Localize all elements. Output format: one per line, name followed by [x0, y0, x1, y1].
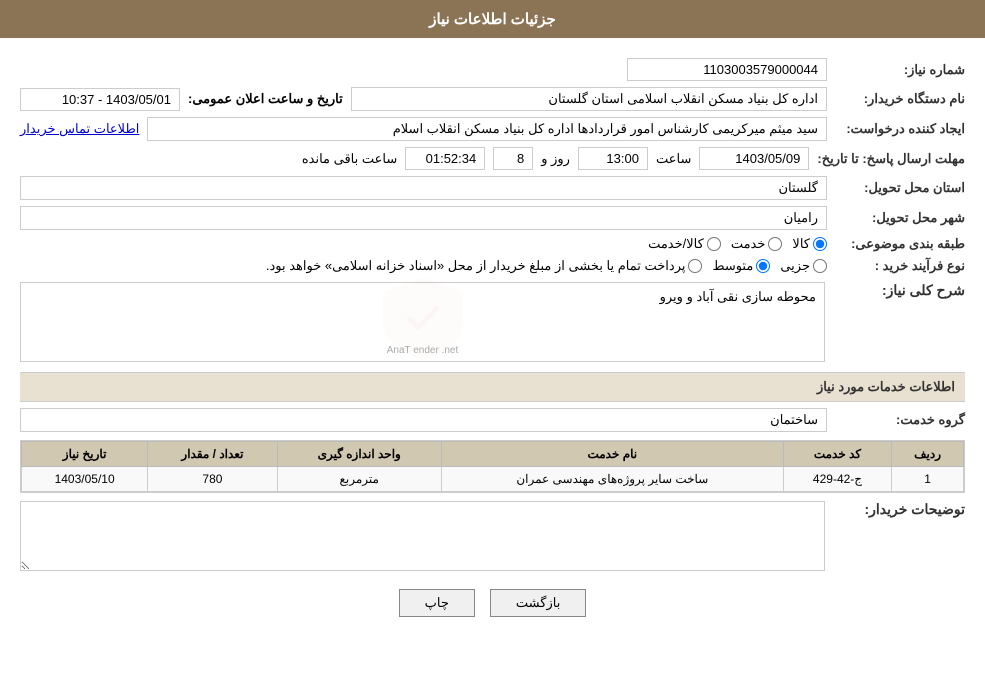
- creator-label: ایجاد کننده درخواست:: [835, 121, 965, 137]
- header-title: جزئیات اطلاعات نیاز: [429, 11, 556, 28]
- buyer-notes-textarea[interactable]: [20, 501, 825, 571]
- creator-contact-link[interactable]: اطلاعات تماس خریدار: [20, 121, 139, 137]
- category-label-kala-khadamat: کالا/خدمت: [648, 236, 704, 252]
- category-label-kala: کالا: [792, 236, 810, 252]
- category-radio-kala[interactable]: [813, 237, 827, 251]
- service-group-value: ساختمان: [20, 408, 827, 432]
- reply-date-value: 1403/05/09: [699, 147, 809, 170]
- service-table-container: ردیف کد خدمت نام خدمت واحد اندازه گیری ت…: [20, 440, 965, 493]
- category-option-kala-khadamat: کالا/خدمت: [648, 236, 721, 252]
- category-option-khadamat: خدمت: [731, 236, 783, 252]
- purchase-label-esnad: پرداخت تمام یا بخشی از مبلغ خریدار از مح…: [266, 258, 686, 274]
- purchase-option-esnad: پرداخت تمام یا بخشی از مبلغ خریدار از مح…: [266, 258, 703, 274]
- province-row: استان محل تحویل: گلستان: [20, 176, 965, 200]
- buyer-notes-section: توضیحات خریدار:: [20, 501, 965, 574]
- purchase-type-label: نوع فرآیند خرید :: [835, 258, 965, 274]
- purchase-type-radio-group: جزیی متوسط پرداخت تمام یا بخشی از مبلغ خ…: [266, 258, 827, 274]
- needs-number-label: شماره نیاز:: [835, 62, 965, 78]
- cell-date: 1403/05/10: [22, 467, 148, 492]
- city-value: رامیان: [20, 206, 827, 230]
- service-group-row: گروه خدمت: ساختمان: [20, 408, 965, 432]
- announce-label: تاریخ و ساعت اعلان عمومی:: [188, 91, 343, 107]
- purchase-option-mottavaset: متوسط: [712, 258, 770, 274]
- page-wrapper: جزئیات اطلاعات نیاز شماره نیاز: 11030035…: [0, 0, 985, 691]
- category-radio-khadamat[interactable]: [768, 237, 782, 251]
- back-button[interactable]: بازگشت: [490, 589, 586, 617]
- button-row: بازگشت چاپ: [20, 589, 965, 617]
- reply-day-label: روز و: [541, 151, 570, 167]
- category-radio-kala-khadamat[interactable]: [707, 237, 721, 251]
- col-header-unit: واحد اندازه گیری: [277, 442, 441, 467]
- col-header-row: ردیف: [892, 442, 964, 467]
- service-table: ردیف کد خدمت نام خدمت واحد اندازه گیری ت…: [21, 441, 964, 492]
- creator-row: ایجاد کننده درخواست: سید میثم میرکریمی ک…: [20, 117, 965, 141]
- buyer-notes-box-wrapper: [20, 501, 825, 574]
- purchase-radio-mottavaset[interactable]: [756, 259, 770, 273]
- reply-time-label: ساعت: [656, 151, 691, 167]
- category-row: طبقه بندی موضوعی: کالا خدمت کالا/خدمت: [20, 236, 965, 252]
- department-announce-row: نام دستگاه خریدار: اداره کل بنیاد مسکن ا…: [20, 87, 965, 111]
- col-header-name: نام خدمت: [441, 442, 783, 467]
- category-label: طبقه بندی موضوعی:: [835, 236, 965, 252]
- category-radio-group: کالا خدمت کالا/خدمت: [648, 236, 827, 252]
- table-header-row: ردیف کد خدمت نام خدمت واحد اندازه گیری ت…: [22, 442, 964, 467]
- needs-number-row: شماره نیاز: 1103003579000044: [20, 58, 965, 81]
- cell-row: 1: [892, 467, 964, 492]
- reply-deadline-row: مهلت ارسال پاسخ: تا تاریخ: 1403/05/09 سا…: [20, 147, 965, 170]
- service-info-section-title: اطلاعات خدمات مورد نیاز: [20, 372, 965, 402]
- description-section: شرح کلی نیاز: AnaT ender .net محوطه سازی…: [20, 282, 965, 362]
- city-label: شهر محل تحویل:: [835, 210, 965, 226]
- col-header-code: کد خدمت: [783, 442, 891, 467]
- purchase-type-row: نوع فرآیند خرید : جزیی متوسط پرداخت تمام…: [20, 258, 965, 274]
- category-label-khadamat: خدمت: [731, 236, 766, 252]
- reply-time-value: 13:00: [578, 147, 648, 170]
- reply-days-value: 8: [493, 147, 533, 170]
- purchase-radio-jozei[interactable]: [813, 259, 827, 273]
- col-header-date: تاریخ نیاز: [22, 442, 148, 467]
- description-box: AnaT ender .net محوطه سازی نقی آباد و وی…: [20, 282, 825, 362]
- creator-value: سید میثم میرکریمی کارشناس امور قراردادها…: [147, 117, 827, 141]
- category-option-kala: کالا: [792, 236, 827, 252]
- table-row: 1 ج-42-429 ساخت سایر پروژه‌های مهندسی عم…: [22, 467, 964, 492]
- department-label: نام دستگاه خریدار:: [835, 91, 965, 107]
- description-box-wrapper: AnaT ender .net محوطه سازی نقی آباد و وی…: [20, 282, 825, 362]
- purchase-label-jozei: جزیی: [780, 258, 810, 274]
- city-row: شهر محل تحویل: رامیان: [20, 206, 965, 230]
- reply-remaining-value: 01:52:34: [405, 147, 485, 170]
- service-group-label: گروه خدمت:: [835, 412, 965, 428]
- cell-code: ج-42-429: [783, 467, 891, 492]
- announce-value: 1403/05/01 - 10:37: [20, 88, 180, 111]
- col-header-quantity: تعداد / مقدار: [148, 442, 277, 467]
- province-value: گلستان: [20, 176, 827, 200]
- purchase-radio-esnad[interactable]: [688, 259, 702, 273]
- description-label: شرح کلی نیاز:: [835, 282, 965, 299]
- department-value: اداره کل بنیاد مسکن انقلاب اسلامی استان …: [351, 87, 827, 111]
- main-content: شماره نیاز: 1103003579000044 نام دستگاه …: [0, 38, 985, 642]
- needs-number-value: 1103003579000044: [627, 58, 827, 81]
- purchase-option-jozei: جزیی: [780, 258, 827, 274]
- cell-unit: مترمربع: [277, 467, 441, 492]
- province-label: استان محل تحویل:: [835, 180, 965, 196]
- print-button[interactable]: چاپ: [399, 589, 475, 617]
- reply-remaining-label: ساعت باقی مانده: [302, 151, 397, 167]
- purchase-label-mottavaset: متوسط: [712, 258, 753, 274]
- cell-quantity: 780: [148, 467, 277, 492]
- description-value: محوطه سازی نقی آباد و ویرو: [660, 289, 816, 305]
- page-header: جزئیات اطلاعات نیاز: [0, 0, 985, 38]
- cell-name: ساخت سایر پروژه‌های مهندسی عمران: [441, 467, 783, 492]
- reply-deadline-label: مهلت ارسال پاسخ: تا تاریخ:: [817, 151, 965, 167]
- service-table-wrapper: ردیف کد خدمت نام خدمت واحد اندازه گیری ت…: [20, 440, 965, 493]
- watermark-text: AnaT ender .net: [387, 345, 459, 356]
- buyer-notes-label: توضیحات خریدار:: [835, 501, 965, 518]
